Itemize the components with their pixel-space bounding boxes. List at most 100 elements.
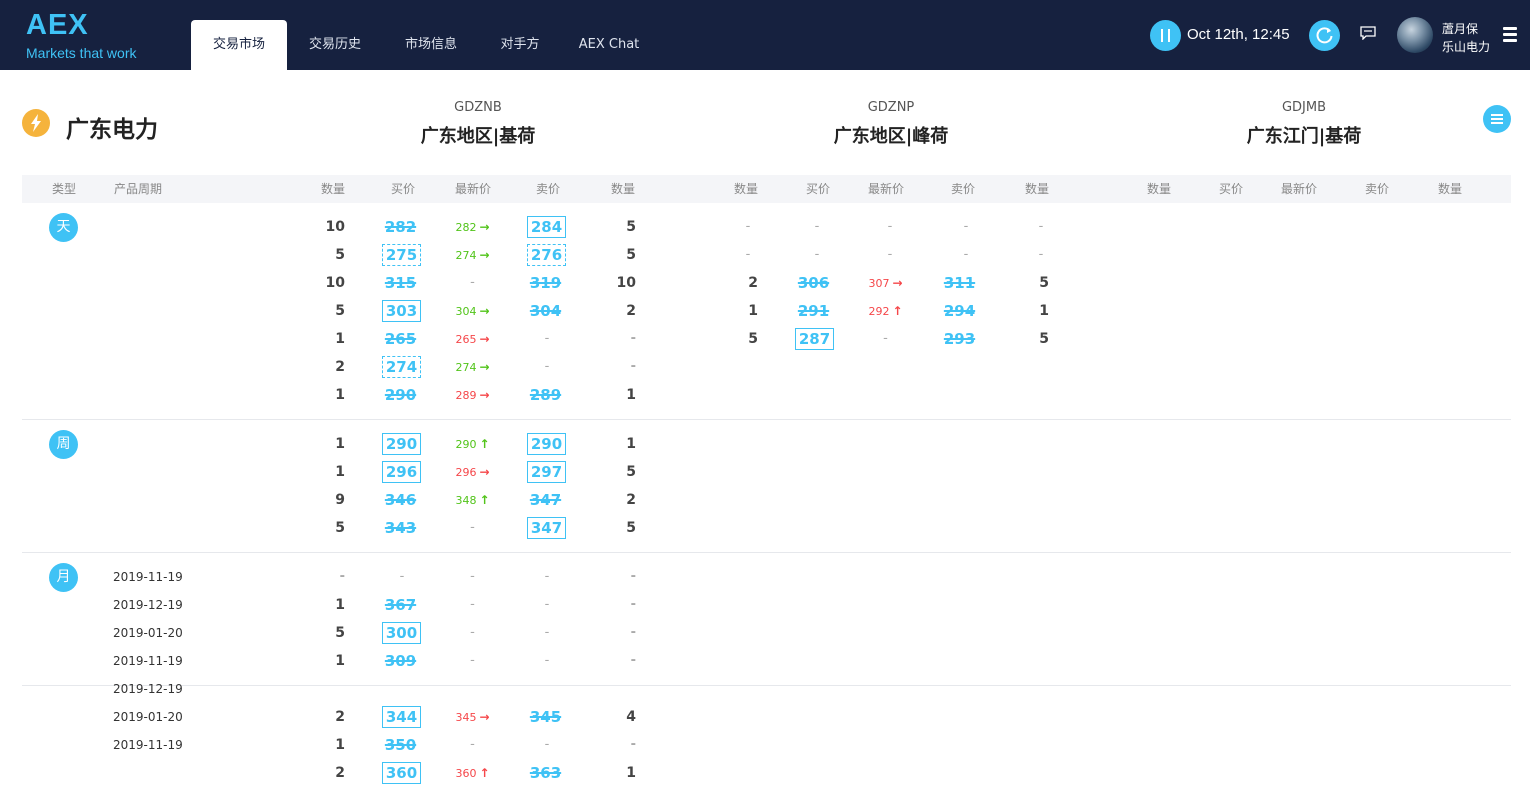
instrument-code-3: GDJMB — [1281, 100, 1327, 115]
bid-quantity: 10 — [325, 219, 345, 235]
user-name: 蔖月保 — [1442, 22, 1479, 36]
bid-quantity: 1 — [335, 387, 345, 403]
ask-quantity: 5 — [626, 247, 636, 263]
bid-price[interactable]: 274 — [382, 356, 421, 378]
list-menu-button[interactable] — [1483, 105, 1511, 133]
last-price: 360 ↑ — [445, 761, 500, 785]
bid-price[interactable]: 309 — [382, 649, 419, 673]
bid-price[interactable]: 300 — [382, 622, 421, 644]
type-badge-day: 天 — [49, 213, 78, 242]
ask-price[interactable]: 363 — [527, 761, 564, 785]
ask-price[interactable]: 289 — [527, 383, 564, 407]
bid-price[interactable]: 344 — [382, 706, 421, 728]
ask-price: - — [963, 219, 969, 234]
last-price: 265 → — [445, 327, 500, 351]
last-price: - — [470, 597, 475, 612]
bid-price[interactable]: 360 — [382, 762, 421, 784]
logo-tagline: Markets that work — [26, 45, 137, 61]
user-info[interactable]: 蔖月保 乐山电力 — [1442, 20, 1490, 56]
last-price: 296 → — [445, 460, 500, 484]
last-price: - — [470, 625, 475, 640]
product-period-date: 2019-11-19 — [113, 570, 183, 584]
ask-price[interactable]: 345 — [527, 705, 564, 729]
col-period: 产品周期 — [113, 182, 162, 196]
refresh-button[interactable] — [1309, 20, 1340, 51]
bid-price[interactable]: 291 — [795, 299, 832, 323]
bid-price: - — [399, 569, 405, 584]
ask-price: - — [544, 331, 550, 346]
avatar[interactable] — [1397, 17, 1433, 53]
tab-trading-market[interactable]: 交易市场 — [191, 20, 287, 70]
ask-price[interactable]: 347 — [527, 517, 566, 539]
tab-market-info[interactable]: 市场信息 — [383, 20, 479, 70]
chat-icon[interactable] — [1360, 26, 1376, 40]
arrow-right-icon: → — [479, 248, 490, 262]
ask-price: - — [544, 653, 550, 668]
bid-price[interactable]: 282 — [382, 215, 419, 239]
bid-price[interactable]: 306 — [795, 271, 832, 295]
bid-price[interactable]: 290 — [382, 433, 421, 455]
hamburger-icon[interactable] — [1503, 27, 1517, 43]
ask-price[interactable]: 319 — [527, 271, 564, 295]
instrument-name-2[interactable]: 广东地区|峰荷 — [791, 122, 991, 148]
ask-price[interactable]: 290 — [527, 433, 566, 455]
bid-quantity: 10 — [325, 275, 345, 291]
bid-quantity: 1 — [335, 436, 345, 452]
last-price-value: 345 — [455, 711, 477, 724]
bid-quantity: 2 — [335, 765, 345, 781]
arrow-up-icon: ↑ — [479, 437, 490, 451]
col-last: 最新价 — [1280, 182, 1317, 196]
bid-price[interactable]: 303 — [382, 300, 421, 322]
instrument-name-3[interactable]: 广东江门|基荷 — [1204, 122, 1404, 148]
last-price: 304 → — [445, 299, 500, 323]
last-price: - — [887, 219, 893, 234]
ask-quantity: 5 — [626, 520, 636, 536]
ask-quantity: 10 — [616, 275, 636, 291]
bid-price[interactable]: 346 — [382, 488, 419, 512]
last-price-value: 282 — [455, 221, 477, 234]
col-last: 最新价 — [454, 182, 491, 196]
aex-logo[interactable]: AEX Markets that work — [26, 10, 136, 62]
bid-price[interactable]: 287 — [795, 328, 834, 350]
ask-price[interactable]: 293 — [941, 327, 978, 351]
bid-price[interactable]: 296 — [382, 461, 421, 483]
bid-price[interactable]: 343 — [382, 516, 419, 540]
ask-price[interactable]: 311 — [941, 271, 978, 295]
pause-button[interactable] — [1150, 20, 1181, 51]
tab-aex-chat[interactable]: AEX Chat — [561, 20, 657, 70]
tab-trading-history[interactable]: 交易历史 — [287, 20, 383, 70]
last-price-value: 296 — [455, 466, 477, 479]
ask-price: - — [544, 359, 550, 374]
bid-quantity: 5 — [335, 303, 345, 319]
bid-price[interactable]: 367 — [382, 593, 419, 617]
logo-title: AEX — [26, 9, 89, 41]
ask-price[interactable]: 294 — [941, 299, 978, 323]
refresh-icon — [1316, 27, 1333, 44]
bid-price[interactable]: 265 — [382, 327, 419, 351]
type-badge-month: 月 — [49, 563, 78, 592]
ask-quantity: 1 — [626, 436, 636, 452]
market-title: 广东电力 — [66, 117, 158, 143]
col-ask-qty: 数量 — [1437, 182, 1462, 196]
last-price-value: 274 — [455, 249, 477, 262]
arrow-right-icon: → — [479, 304, 490, 318]
ask-price[interactable]: 284 — [527, 216, 566, 238]
last-price-value: 292 — [868, 305, 890, 318]
ask-price[interactable]: 276 — [527, 244, 566, 266]
last-price-value: 289 — [455, 389, 477, 402]
col-ask: 卖价 — [535, 182, 560, 196]
ask-price[interactable]: 304 — [527, 299, 564, 323]
instrument-name-1[interactable]: 广东地区|基荷 — [378, 122, 578, 148]
section-divider — [22, 419, 1511, 420]
arrow-up-icon: ↑ — [892, 304, 903, 318]
last-price: 348 ↑ — [445, 488, 500, 512]
bid-price[interactable]: 350 — [382, 733, 419, 757]
last-price-value: 265 — [455, 333, 477, 346]
ask-quantity: 5 — [626, 219, 636, 235]
ask-price[interactable]: 347 — [527, 488, 564, 512]
bid-price[interactable]: 290 — [382, 383, 419, 407]
ask-price[interactable]: 297 — [527, 461, 566, 483]
bid-price[interactable]: 315 — [382, 271, 419, 295]
tab-counterparty[interactable]: 对手方 — [479, 20, 561, 70]
bid-price[interactable]: 275 — [382, 244, 421, 266]
